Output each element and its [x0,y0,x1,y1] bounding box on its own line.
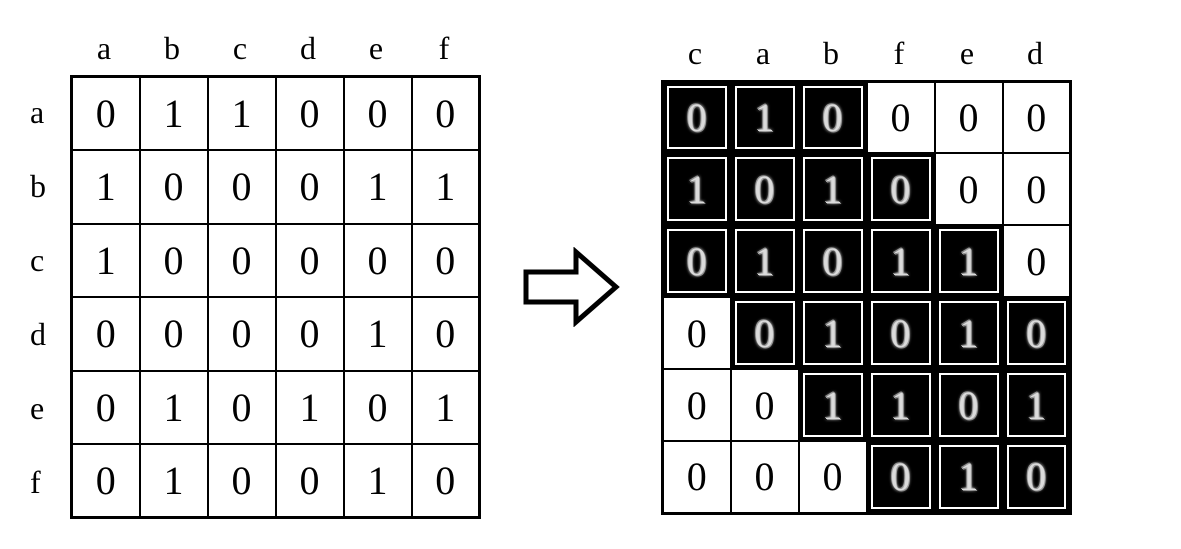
matrix-cell: 0 [344,371,412,445]
matrix-cell: 0 [799,225,867,297]
matrix-cell: 0 [731,297,799,369]
row-header: a [30,75,70,149]
matrix-cell: 1 [208,77,276,151]
arrow-right-icon [521,247,621,332]
matrix-cell: 1 [731,225,799,297]
matrix-cell: 1 [140,444,208,518]
matrix-cell: 0 [867,153,935,225]
matrix-cell: 0 [276,444,344,518]
matrix-cell: 1 [867,369,935,441]
matrix-cell: 0 [663,81,731,153]
col-header: b [797,35,865,72]
matrix-cell: 0 [72,77,140,151]
matrix-cell: 0 [731,369,799,441]
matrix-cell: 1 [412,150,480,224]
matrix-cell: 1 [140,371,208,445]
matrix-cell: 0 [1003,81,1071,153]
matrix-cell: 1 [799,369,867,441]
col-header: f [410,30,478,67]
matrix-cell: 0 [1003,297,1071,369]
matrix-cell: 0 [731,441,799,513]
matrix-cell: 1 [799,297,867,369]
matrix-cell: 0 [412,297,480,371]
matrix-cell: 0 [935,153,1003,225]
matrix-cell: 0 [208,224,276,298]
matrix-cell: 0 [140,150,208,224]
matrix-cell: 0 [935,81,1003,153]
matrix-cell: 0 [208,444,276,518]
matrix-cell: 1 [935,297,1003,369]
col-header: e [933,35,1001,72]
left-matrix-wrapper: a b c d e f abcdef0110001000111000000000… [30,30,481,519]
matrix-cell: 1 [663,153,731,225]
matrix-cell: 1 [72,224,140,298]
matrix-cell: 1 [344,150,412,224]
matrix-cell: 1 [867,225,935,297]
matrix-cell: 0 [731,153,799,225]
matrix-cell: 0 [72,297,140,371]
matrix-cell: 0 [72,444,140,518]
col-header: c [206,30,274,67]
col-header: d [274,30,342,67]
matrix-cell: 1 [935,441,1003,513]
matrix-cell: 0 [867,81,935,153]
matrix-cell: 0 [208,297,276,371]
matrix-cell: 0 [344,77,412,151]
col-header: a [729,35,797,72]
col-header: a [70,30,138,67]
matrix-cell: 0 [867,441,935,513]
col-header: b [138,30,206,67]
matrix-cell: 1 [344,297,412,371]
matrix-cell: 0 [663,225,731,297]
matrix-cell: 0 [799,441,867,513]
matrix-cell: 1 [412,371,480,445]
matrix-cell: 1 [799,153,867,225]
matrix-table: 011000100011100000000010010101010010 [70,75,481,519]
matrix-cell: 0 [276,77,344,151]
matrix-cell: 0 [412,224,480,298]
col-header: c [661,35,729,72]
matrix-cell: 1 [935,225,1003,297]
matrix-cell: 0 [1003,225,1071,297]
matrix-cell: 0 [799,81,867,153]
row-header: e [30,371,70,445]
matrix-cell: 0 [72,371,140,445]
matrix-cell: 0 [276,150,344,224]
matrix-cell: 0 [140,224,208,298]
matrix-cell: 0 [1003,441,1071,513]
col-header: e [342,30,410,67]
matrix-cell: 0 [1003,153,1071,225]
matrix-cell: 0 [935,369,1003,441]
row-header: d [30,297,70,371]
matrix-table: 010000101000010110001010001101000010 [661,80,1072,515]
matrix-cell: 0 [276,297,344,371]
row-header: b [30,149,70,223]
matrix-cell: 0 [663,297,731,369]
matrix-cell: 0 [140,297,208,371]
matrix-cell: 0 [663,369,731,441]
matrix-cell: 1 [140,77,208,151]
matrix-cell: 0 [867,297,935,369]
matrix-cell: 0 [412,77,480,151]
matrix-cell: 0 [276,224,344,298]
matrix-cell: 1 [344,444,412,518]
matrix-cell: 1 [731,81,799,153]
row-header: c [30,223,70,297]
row-header: f [30,445,70,519]
matrix-cell: 0 [208,150,276,224]
right-matrix-wrapper: c a b f e d 0100001010000101100010100011… [661,35,1072,515]
matrix-cell: 0 [344,224,412,298]
matrix-cell: 0 [208,371,276,445]
matrix-cell: 0 [412,444,480,518]
col-header: d [1001,35,1069,72]
col-header: f [865,35,933,72]
matrix-cell: 1 [1003,369,1071,441]
matrix-cell: 0 [663,441,731,513]
matrix-reorder-diagram: a b c d e f abcdef0110001000111000000000… [30,30,1151,519]
matrix-cell: 1 [276,371,344,445]
right-col-headers: c a b f e d [661,35,1072,72]
matrix-cell: 1 [72,150,140,224]
left-col-headers: a b c d e f [70,30,481,67]
